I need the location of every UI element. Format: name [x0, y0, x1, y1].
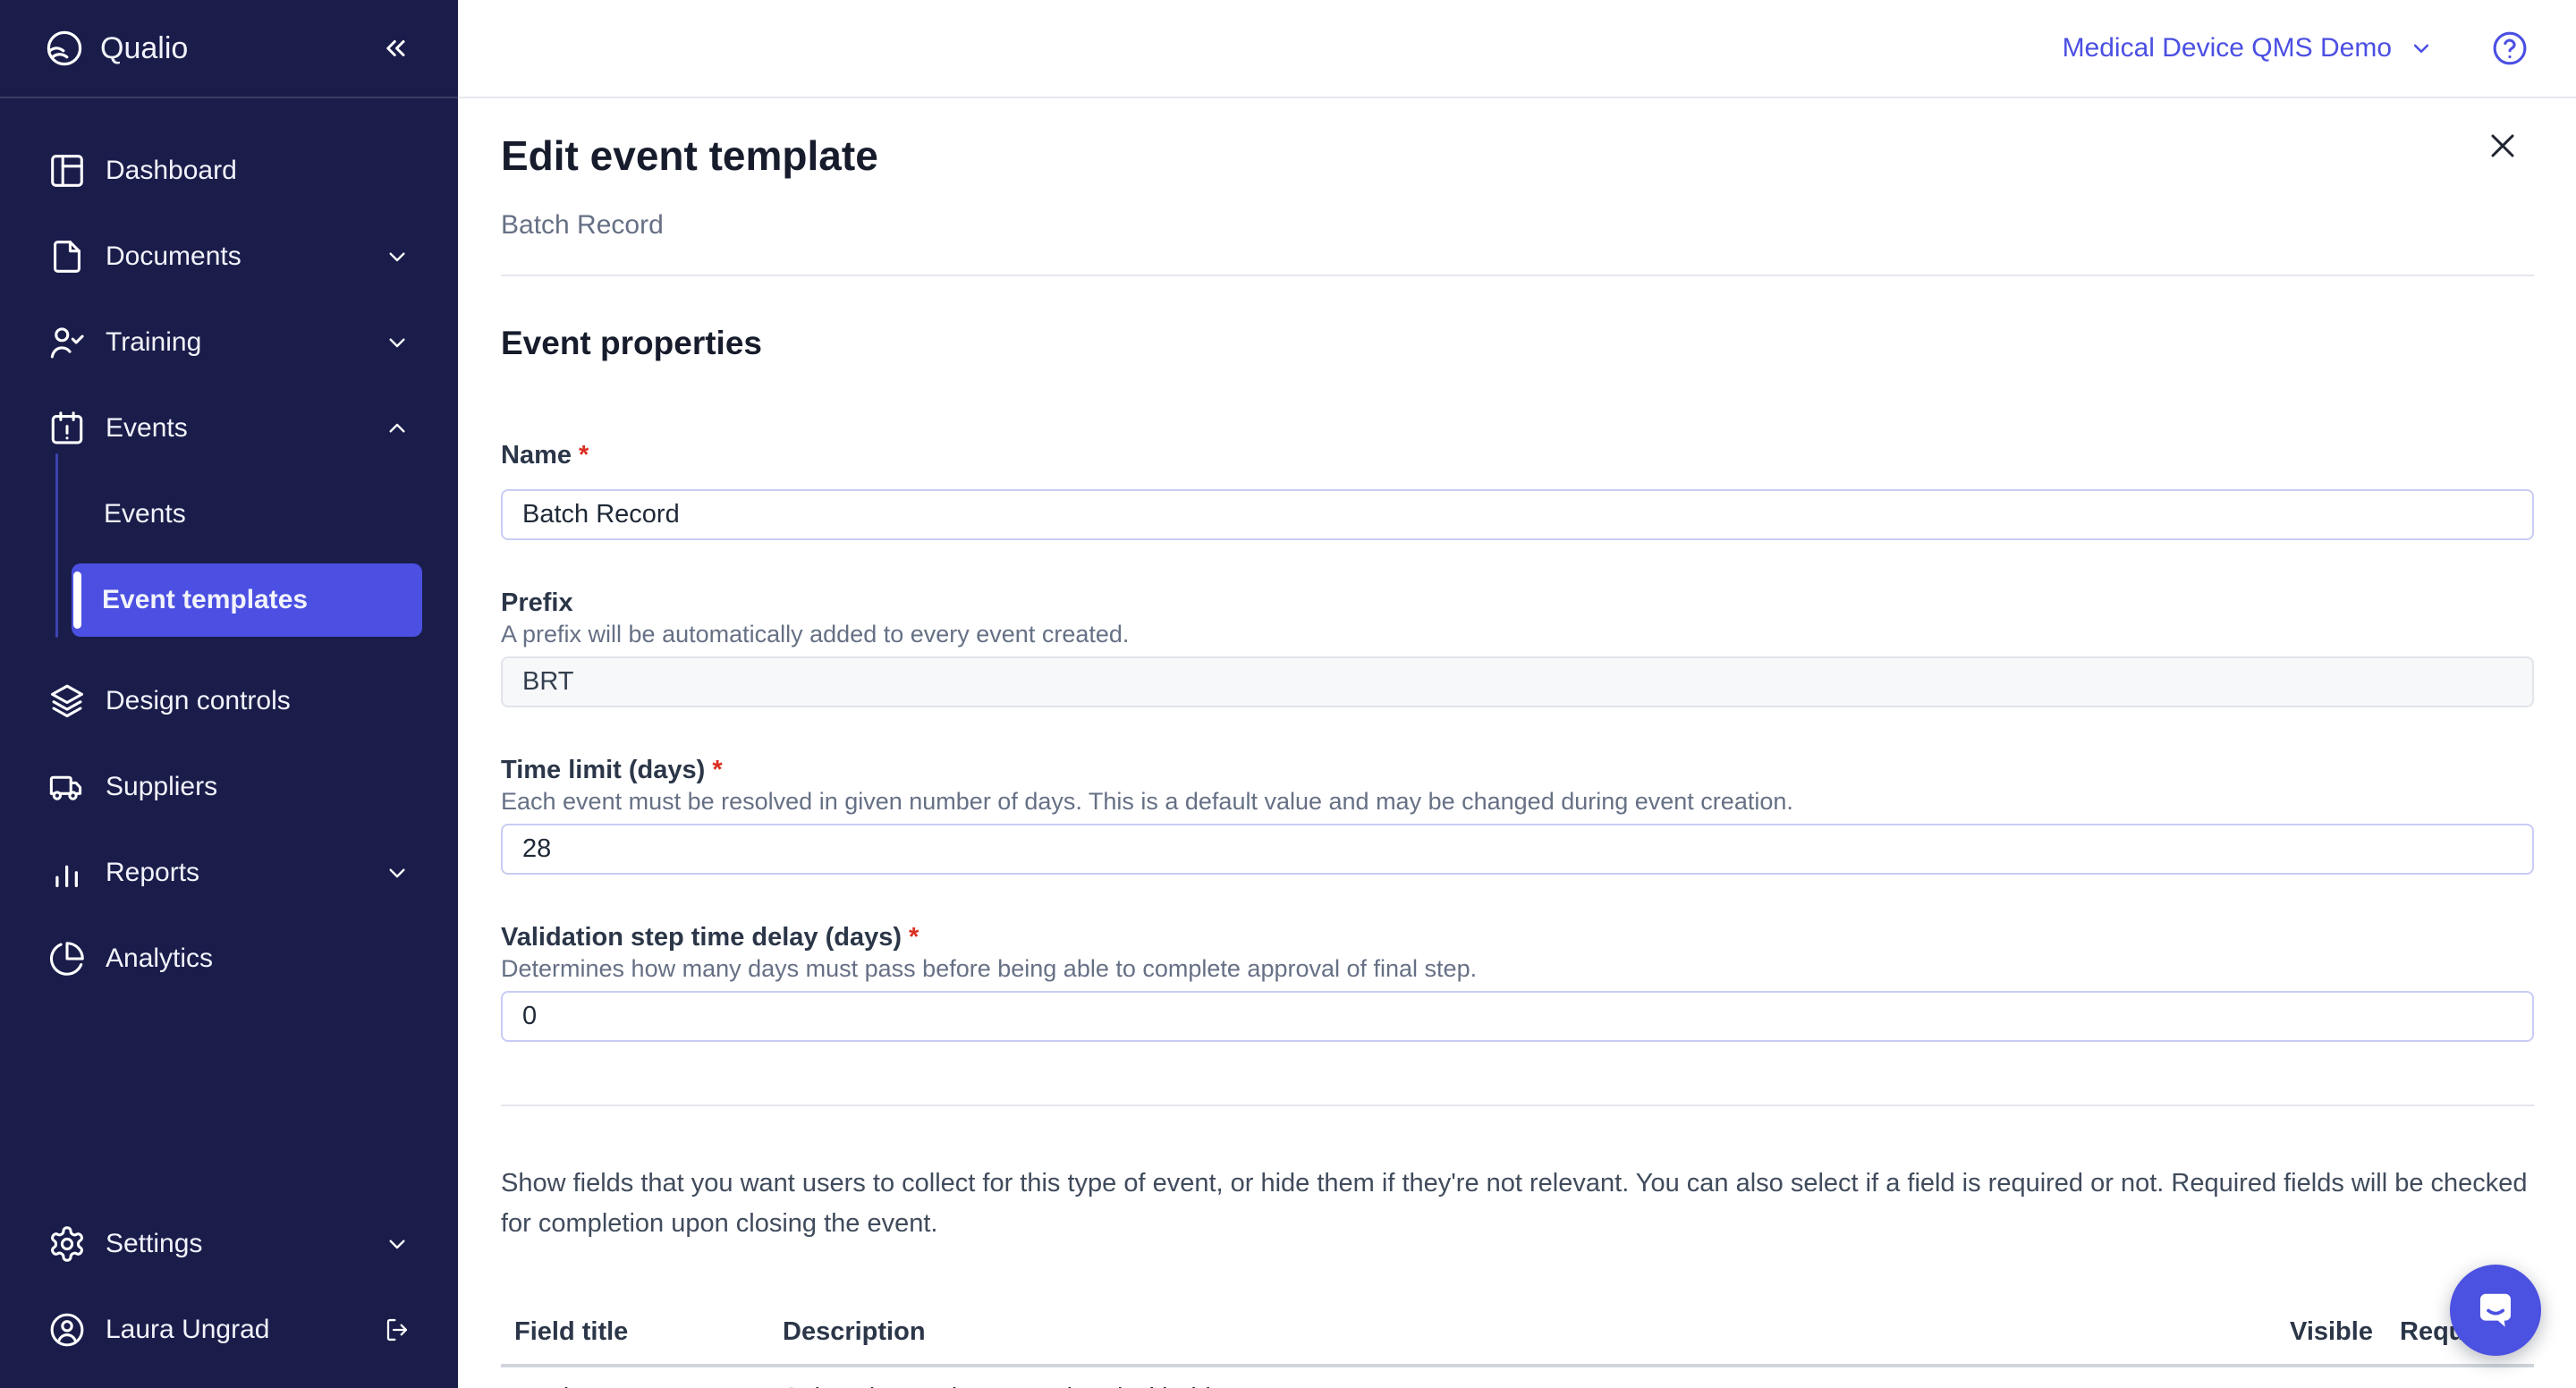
sidebar-item-label: Event templates — [102, 585, 308, 615]
fields-table-header: Field title Description Visible Required — [501, 1316, 2534, 1367]
edit-event-template-modal: Edit event template Batch Record Event p… — [458, 98, 2576, 1388]
close-icon[interactable] — [2481, 124, 2524, 167]
sidebar-item-label: Training — [106, 327, 201, 358]
active-indicator-bar — [73, 571, 81, 629]
sidebar-item-label: Dashboard — [106, 156, 237, 186]
qualio-logo-icon — [43, 27, 86, 70]
sidebar-item-training[interactable]: Training — [0, 300, 458, 385]
sidebar-item-label: Events — [106, 413, 188, 444]
sidebar-item-user[interactable]: Laura Ungrad — [0, 1287, 458, 1373]
truck-icon — [47, 766, 88, 808]
row-description: Select the product associated with this … — [783, 1382, 2290, 1388]
gear-icon — [47, 1223, 88, 1265]
sidebar-nav: Dashboard Documents — [0, 98, 458, 1388]
sidebar: Qualio Dashboard — [0, 0, 458, 1388]
section-heading: Event properties — [501, 323, 2534, 364]
sidebar-item-documents[interactable]: Documents — [0, 214, 458, 300]
sidebar-item-reports[interactable]: Reports — [0, 830, 458, 916]
sidebar-item-label: Events — [104, 499, 186, 529]
chevron-down-icon — [383, 328, 411, 357]
sidebar-item-label: Documents — [106, 241, 242, 272]
intercom-chat-button[interactable] — [2450, 1265, 2541, 1356]
divider — [501, 1104, 2534, 1106]
log-out-icon[interactable] — [383, 1316, 411, 1344]
name-field-label: Name* — [501, 439, 2534, 471]
column-header-field-title: Field title — [514, 1316, 783, 1348]
qualio-logo[interactable]: Qualio — [43, 27, 188, 70]
required-asterisk: * — [909, 923, 919, 952]
workspace-selector[interactable]: Medical Device QMS Demo — [2063, 33, 2435, 63]
sidebar-item-label: Suppliers — [106, 772, 217, 802]
layers-icon — [47, 681, 88, 722]
name-input[interactable] — [501, 489, 2534, 540]
sidebar-item-settings[interactable]: Settings — [0, 1201, 458, 1287]
sidebar-item-label: Design controls — [106, 686, 291, 716]
sidebar-header: Qualio — [0, 0, 458, 98]
chevron-down-icon — [2408, 35, 2435, 62]
validation-delay-field-label: Validation step time delay (days)* — [501, 921, 2534, 953]
fields-intro-text: Show fields that you want users to colle… — [501, 1164, 2534, 1244]
prefix-field-label: Prefix — [501, 587, 2534, 619]
time-limit-helper-text: Each event must be resolved in given num… — [501, 786, 2534, 817]
table-row: Product Select the product associated wi… — [501, 1367, 2534, 1388]
prefix-input — [501, 656, 2534, 707]
user-check-icon — [47, 322, 88, 363]
chevron-up-icon — [383, 414, 411, 443]
page-title: Edit event template — [501, 131, 2534, 181]
sidebar-footer: Settings Laura Ungrad — [0, 1201, 458, 1388]
help-icon[interactable] — [2490, 29, 2529, 68]
chevron-down-icon — [383, 1230, 411, 1258]
dashboard-icon — [47, 150, 88, 191]
pie-chart-icon — [47, 938, 88, 979]
time-limit-field-label: Time limit (days)* — [501, 754, 2534, 786]
row-field-title: Product — [514, 1382, 783, 1388]
sidebar-item-dashboard[interactable]: Dashboard — [0, 128, 458, 214]
chevron-down-icon — [383, 859, 411, 887]
sidebar-item-events-list[interactable]: Events — [0, 471, 458, 557]
required-asterisk: * — [712, 756, 722, 784]
sidebar-item-label: Settings — [106, 1229, 202, 1259]
divider — [501, 275, 2534, 276]
chevron-down-icon — [383, 242, 411, 271]
column-header-visible: Visible — [2290, 1316, 2400, 1348]
chat-bubble-icon — [2470, 1285, 2521, 1335]
qualio-app: Qualio Dashboard — [0, 0, 2576, 1388]
user-name: Laura Ungrad — [106, 1315, 269, 1345]
page-subtitle: Batch Record — [501, 208, 2534, 242]
sidebar-item-event-templates[interactable]: Event templates — [72, 563, 422, 637]
bar-chart-icon — [47, 852, 88, 893]
collapse-sidebar-icon[interactable] — [379, 30, 415, 66]
prefix-helper-text: A prefix will be automatically added to … — [501, 619, 2534, 649]
validation-delay-input[interactable] — [501, 991, 2534, 1042]
document-icon — [47, 236, 88, 277]
user-circle-icon — [47, 1309, 88, 1350]
time-limit-input[interactable] — [501, 824, 2534, 875]
column-header-description: Description — [783, 1316, 2290, 1348]
topbar: Medical Device QMS Demo — [458, 0, 2576, 98]
main-area: Medical Device QMS Demo Edit event te — [458, 0, 2576, 1388]
sidebar-item-suppliers[interactable]: Suppliers — [0, 744, 458, 830]
calendar-alert-icon — [47, 408, 88, 449]
brand-name: Qualio — [100, 31, 188, 66]
workspace-name: Medical Device QMS Demo — [2063, 33, 2392, 63]
events-submenu: Events Event templates — [0, 471, 458, 643]
validation-delay-helper-text: Determines how many days must pass befor… — [501, 953, 2534, 984]
submenu-indent-line — [55, 453, 58, 638]
sidebar-item-analytics[interactable]: Analytics — [0, 916, 458, 1002]
sidebar-item-events[interactable]: Events — [0, 385, 458, 471]
sidebar-item-label: Analytics — [106, 944, 213, 974]
sidebar-item-label: Reports — [106, 858, 199, 888]
required-asterisk: * — [579, 441, 589, 470]
sidebar-item-design-controls[interactable]: Design controls — [0, 658, 458, 744]
